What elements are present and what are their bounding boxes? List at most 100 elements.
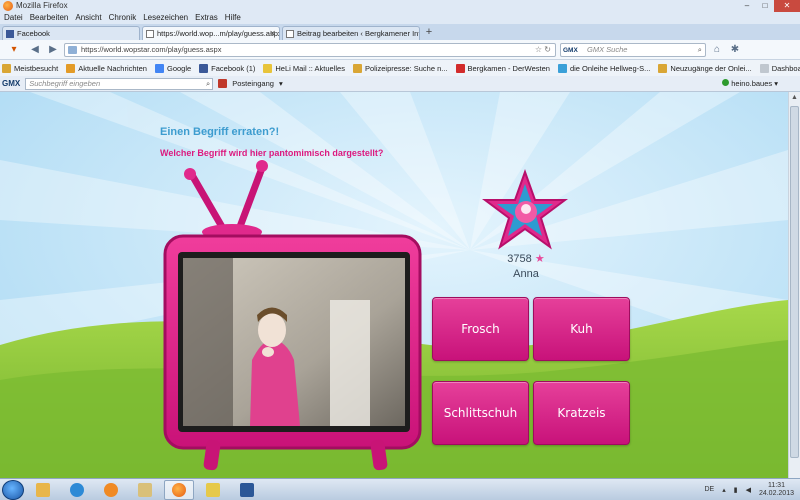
player-name: Anna xyxy=(513,268,539,280)
taskbar-explorer[interactable] xyxy=(130,480,160,500)
gmx-search-input[interactable]: Suchbegriff eingeben ⌕ xyxy=(25,77,214,90)
menu-hilfe[interactable]: Hilfe xyxy=(225,12,241,24)
firefox-menu-button[interactable]: ▾ xyxy=(4,43,24,57)
bookmark-item[interactable]: Dashboard ‹ Bergkame... xyxy=(759,63,800,73)
bookmark-label: HeLi Mail :: Aktuelles xyxy=(275,63,345,73)
start-button[interactable] xyxy=(2,479,24,500)
gmx-search-placeholder: Suchbegriff eingeben xyxy=(29,78,101,88)
url-bar[interactable]: https://world.wopstar.com/play/guess.asp… xyxy=(64,42,556,57)
facebook-icon xyxy=(6,30,14,38)
page-icon xyxy=(759,63,769,73)
close-tab-icon[interactable]: ✕ xyxy=(269,27,276,40)
tab-facebook[interactable]: Facebook xyxy=(2,26,140,40)
bookmark-item[interactable]: Meistbesucht xyxy=(2,63,59,73)
taskbar-paint[interactable] xyxy=(198,480,228,500)
facebook-icon xyxy=(199,63,209,73)
bookmark-item[interactable]: die Onleihe Hellweg-S... xyxy=(557,63,651,73)
menu-bar: Datei Bearbeiten Ansicht Chronik Lesezei… xyxy=(0,12,800,24)
paint-icon xyxy=(206,482,220,497)
bookmark-label: die Onleihe Hellweg-S... xyxy=(569,63,651,73)
answer-button-kuh[interactable]: Kuh xyxy=(533,297,630,361)
maximize-button[interactable]: □ xyxy=(756,0,774,12)
bookmark-label: Dashboard ‹ Bergkame... xyxy=(771,63,800,73)
bookmark-label: Meistbesucht xyxy=(14,63,59,73)
derwesten-icon xyxy=(455,63,465,73)
close-window-button[interactable]: ✕ xyxy=(774,0,800,12)
bookmark-item[interactable]: Polizeipresse: Suche n... xyxy=(352,63,448,73)
onleihe-icon xyxy=(557,63,567,73)
bookmark-label: Neuzugänge der Onlei... xyxy=(670,63,752,73)
clock[interactable]: 11:31 24.02.2013 xyxy=(759,482,794,498)
bookmark-item[interactable]: HeLi Mail :: Aktuelles xyxy=(263,63,345,73)
answer-button-frosch[interactable]: Frosch xyxy=(432,297,529,361)
menu-datei[interactable]: Datei xyxy=(4,12,23,24)
bookmark-item[interactable]: Aktuelle Nachrichten xyxy=(66,63,147,73)
taskbar-media-player[interactable] xyxy=(96,480,126,500)
internet-explorer-icon xyxy=(70,482,84,497)
firefox-logo-icon xyxy=(3,1,13,11)
bookmark-star-icon[interactable]: ☆ xyxy=(535,45,542,54)
menu-chronik[interactable]: Chronik xyxy=(109,12,137,24)
gmx-logo: GMX xyxy=(2,79,21,88)
clock-date: 24.02.2013 xyxy=(758,489,794,497)
addon-icon[interactable]: ✱ xyxy=(728,43,742,57)
menu-ansicht[interactable]: Ansicht xyxy=(75,12,101,24)
answer-button-kratzeis[interactable]: Kratzeis xyxy=(533,381,630,445)
tab-wopstar-guess[interactable]: https://world.wop...m/play/guess.aspx ✕ xyxy=(142,26,280,40)
taskbar-folder[interactable] xyxy=(28,480,58,500)
navigation-bar: ▾ ◀ ▶ https://world.wopstar.com/play/gue… xyxy=(0,40,800,60)
game-background xyxy=(0,92,788,478)
tab-label: https://world.wop...m/play/guess.aspx xyxy=(157,29,280,38)
tray-arrow-icon[interactable]: ▴ xyxy=(722,486,726,494)
menu-bearbeiten[interactable]: Bearbeiten xyxy=(30,12,69,24)
scroll-up-icon[interactable]: ▲ xyxy=(789,92,800,104)
gmx-mail-button[interactable]: Posteingang xyxy=(232,79,274,88)
search-icon[interactable]: ⌕ xyxy=(698,44,702,56)
tab-beitrag-bearbeiten[interactable]: Beitrag bearbeiten ‹ Bergkamener Inf... xyxy=(282,26,420,40)
minimize-button[interactable]: – xyxy=(738,0,756,12)
bookmark-item[interactable]: Neuzugänge der Onlei... xyxy=(658,63,752,73)
bookmark-label: Aktuelle Nachrichten xyxy=(78,63,147,73)
google-icon xyxy=(154,63,164,73)
language-indicator[interactable]: DE xyxy=(704,486,714,493)
scroll-thumb[interactable] xyxy=(790,106,799,458)
answer-button-schlittschuh[interactable]: Schlittschuh xyxy=(432,381,529,445)
video-still xyxy=(183,258,405,426)
network-icon[interactable]: ▮ xyxy=(734,486,738,494)
bookmark-item[interactable]: Bergkamen - DerWesten xyxy=(455,63,550,73)
page-scrollbar[interactable]: ▲ xyxy=(788,92,800,478)
bookmark-item[interactable]: Facebook (1) xyxy=(199,63,256,73)
police-icon xyxy=(352,63,362,73)
folder-icon xyxy=(36,482,50,497)
media-player-icon xyxy=(104,482,118,497)
windows-taskbar: DE ▴ ▮ ◀ 11:31 24.02.2013 xyxy=(0,478,800,500)
clock-time: 11:31 xyxy=(767,481,785,489)
firefox-icon xyxy=(172,482,186,497)
taskbar-word[interactable] xyxy=(232,480,262,500)
volume-icon[interactable]: ◀ xyxy=(746,486,751,494)
system-tray: DE ▴ ▮ ◀ 11:31 24.02.2013 xyxy=(704,482,800,498)
bookmarks-bar: Meistbesucht Aktuelle Nachrichten Google… xyxy=(0,60,800,76)
score-value: 3758 xyxy=(507,253,532,265)
menu-extras[interactable]: Extras xyxy=(195,12,218,24)
forward-arrow-icon[interactable]: ▶ xyxy=(46,43,60,57)
bookmark-label: Facebook (1) xyxy=(211,63,256,73)
menu-lesezeichen[interactable]: Lesezeichen xyxy=(143,12,188,24)
taskbar-firefox[interactable] xyxy=(164,479,194,500)
reload-icon[interactable]: ↻ xyxy=(544,45,551,54)
mail-icon xyxy=(218,79,228,88)
search-placeholder: GMX Suche xyxy=(587,44,628,54)
star-icon: ★ xyxy=(534,253,545,265)
chevron-down-icon[interactable]: ▾ xyxy=(279,79,283,88)
search-bar[interactable]: GMX GMX Suche ⌕ xyxy=(560,42,706,57)
rss-icon xyxy=(66,63,76,73)
search-icon[interactable]: ⌕ xyxy=(206,79,210,89)
back-arrow-icon[interactable]: ◀ xyxy=(28,43,42,57)
home-icon[interactable]: ⌂ xyxy=(710,43,724,57)
window-titlebar: Mozilla Firefox – □ ✕ xyxy=(0,0,800,12)
gmx-username: heino.baues xyxy=(731,79,773,88)
gmx-user-button[interactable]: heino.baues ▾ xyxy=(722,79,778,88)
new-tab-button[interactable]: + xyxy=(422,26,436,40)
taskbar-internet-explorer[interactable] xyxy=(62,480,92,500)
bookmark-item[interactable]: Google xyxy=(154,63,191,73)
